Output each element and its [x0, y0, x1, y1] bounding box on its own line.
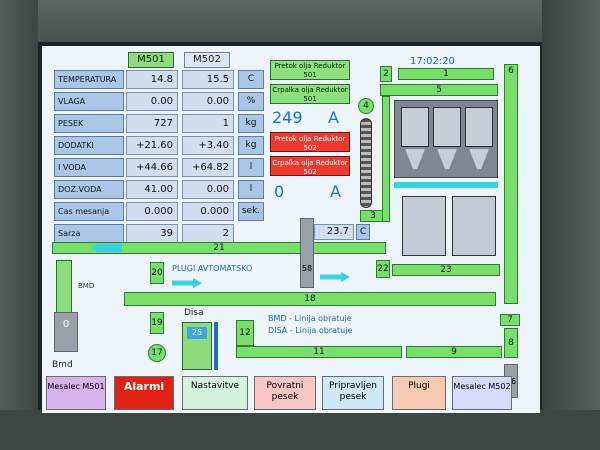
param-value-m501: +44.66 — [126, 158, 178, 177]
softkey-nastavitve[interactable]: Nastavitve — [182, 376, 248, 410]
param-value-m501: 0.00 — [126, 92, 178, 111]
param-value-m501: 14.8 — [126, 70, 178, 89]
softkey-mesalec-m501[interactable]: Mesalec M501 — [46, 376, 106, 410]
clock: 17:02:20 — [410, 56, 455, 67]
silo-icon — [433, 107, 461, 147]
conveyor-17[interactable]: 17 — [148, 344, 166, 362]
softkey-pripravljen-pesek[interactable]: Pripravljen pesek — [322, 376, 384, 410]
bmd-line-status: BMD - Linija obratuje — [268, 314, 352, 323]
softkey-povratni-pesek[interactable]: Povratni pesek — [254, 376, 316, 410]
m502-header: M502 — [184, 52, 230, 68]
monitor-bezel-top — [0, 0, 600, 42]
softkey-plugi[interactable]: Plugi — [392, 376, 446, 410]
conveyor-11[interactable]: 11 — [236, 346, 402, 358]
conveyor-23[interactable]: 23 — [392, 264, 500, 276]
bmd-bottom-label: Bmd — [52, 360, 73, 370]
conveyor-2[interactable]: 2 — [380, 66, 392, 82]
conveyor-8[interactable]: 8 — [504, 328, 518, 358]
temp-readout-unit: C — [356, 224, 370, 240]
param-label: VLAGA — [54, 92, 124, 111]
param-label: DODATKI — [54, 136, 124, 155]
param-unit: l — [238, 180, 264, 199]
hmi-screen: M501 M502 TEMPERATURA 14.8 15.5 C VLAGA … — [42, 46, 540, 413]
monitor-bezel-bottom — [0, 410, 600, 450]
softkey-mesalec-m502[interactable]: Mesalec M502 — [452, 376, 512, 410]
param-label: DOZ.VODA — [54, 180, 124, 199]
param-unit: kg — [238, 114, 264, 133]
param-unit: sek. — [238, 202, 264, 221]
conveyor-6[interactable]: 6 — [504, 64, 518, 304]
param-value-m501: 41.00 — [126, 180, 178, 199]
param-unit: C — [238, 70, 264, 89]
disa-level-bar — [214, 322, 218, 370]
param-value-m502: 0.00 — [182, 92, 234, 111]
unit-502: A — [330, 182, 341, 201]
softkey-alarmi[interactable]: Alarmi — [114, 376, 174, 410]
bmd-label: BMD — [78, 282, 95, 290]
conveyor-1[interactable]: 1 — [398, 68, 494, 80]
mixer-m501-icon — [402, 196, 446, 256]
conveyor-18[interactable]: 18 — [124, 292, 496, 306]
disa-label: Disa — [184, 308, 204, 318]
param-label: PESEK — [54, 114, 124, 133]
param-label: Cas mesanja — [54, 202, 124, 221]
temp-readout-value: 23.7 — [314, 224, 354, 240]
param-value-m501: 0.000 — [126, 202, 178, 221]
bmd-counter: 0 — [54, 312, 78, 352]
param-unit: % — [238, 92, 264, 111]
conveyor-7[interactable]: 7 — [500, 314, 520, 326]
param-unit: l — [238, 158, 264, 177]
conveyor-3-vertical — [382, 96, 390, 222]
feeder-belt — [394, 182, 498, 188]
monitor-bezel-left — [0, 0, 38, 450]
param-label: TEMPERATURA — [54, 70, 124, 89]
sand-silos — [394, 100, 498, 178]
crpalka-olja-502[interactable]: Crpalka olja Reduktor 502 — [270, 156, 350, 176]
param-label: I VODA — [54, 158, 124, 177]
param-value-m502: 0.00 — [182, 180, 234, 199]
param-unit: kg — [238, 136, 264, 155]
arrow-right-icon — [172, 278, 202, 288]
silo-hopper-icon — [405, 149, 425, 169]
conveyor-12[interactable]: 12 — [236, 320, 254, 346]
param-value-m502: 1 — [182, 114, 234, 133]
conveyor-58[interactable]: 58 — [300, 218, 314, 288]
silo-icon — [401, 107, 429, 147]
disa-counter: 25 — [187, 327, 207, 339]
silo-icon — [465, 107, 493, 147]
conveyor-22[interactable]: 22 — [376, 260, 390, 278]
param-value-m502: +64.82 — [182, 158, 234, 177]
pretok-olja-502[interactable]: Pretok olja Reduktor 502 — [270, 132, 350, 152]
param-value-m501: 39 — [126, 224, 178, 243]
disa-unit[interactable]: 25 — [182, 322, 212, 370]
conveyor-19[interactable]: 19 — [150, 312, 164, 334]
crpalka-olja-501[interactable]: Crpalka olja Reduktor 501 — [270, 84, 350, 104]
param-label: Sarza — [54, 224, 124, 243]
value-501: 249 — [272, 108, 303, 127]
conveyor-20[interactable]: 20 — [150, 262, 164, 284]
param-value-m501: 727 — [126, 114, 178, 133]
param-value-m502: 0.000 — [182, 202, 234, 221]
mixer-m502-icon — [452, 196, 496, 256]
bmd-unit[interactable] — [56, 260, 72, 314]
conveyor-9[interactable]: 9 — [406, 346, 502, 358]
silo-hopper-icon — [437, 149, 457, 169]
conveyor-4[interactable]: 4 — [358, 98, 374, 114]
pretok-olja-501[interactable]: Pretok olja Reduktor 501 — [270, 60, 350, 80]
conveyor-5[interactable]: 5 — [380, 84, 498, 96]
arrow-right-icon — [320, 272, 350, 282]
plugi-avtomatsko-label: PLUGI AVTOMATSKO — [172, 264, 253, 273]
unit-501: A — [328, 108, 339, 127]
silo-hopper-icon — [469, 149, 489, 169]
param-value-m502: 2 — [182, 224, 234, 243]
param-value-m501: +21.60 — [126, 136, 178, 155]
bucket-elevator — [360, 118, 372, 208]
param-value-m502: +3.40 — [182, 136, 234, 155]
param-value-m502: 15.5 — [182, 70, 234, 89]
value-502: 0 — [274, 182, 285, 201]
m501-header: M501 — [128, 52, 174, 68]
disa-line-status: DISA - Linija obratuje — [268, 326, 353, 335]
monitor-bezel-right — [542, 0, 600, 450]
